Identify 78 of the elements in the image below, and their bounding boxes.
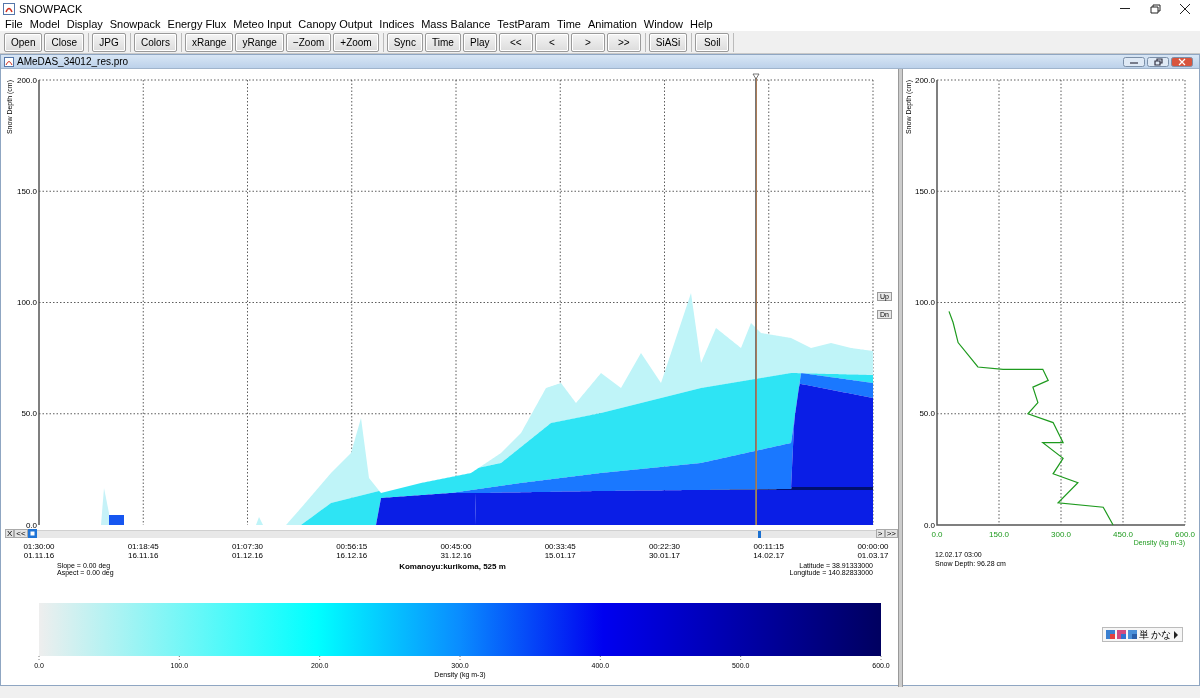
y-tick-label: 0.0 xyxy=(923,520,935,530)
y-tick-label: 100.0 xyxy=(16,298,37,307)
y-tick-label: 50.0 xyxy=(919,409,935,419)
x-tick-date: 15.01.17 xyxy=(544,551,576,560)
menu-item[interactable]: Model xyxy=(27,18,65,30)
menu-item[interactable]: Window xyxy=(641,18,688,30)
toolbar-button[interactable]: << xyxy=(498,32,533,52)
toolbar-button[interactable]: Soil xyxy=(695,32,730,52)
x-tick-label: 300.0 xyxy=(1051,530,1071,539)
toolbar-button[interactable]: > xyxy=(570,32,605,52)
x-tick-time: 01:30:00 xyxy=(23,542,55,551)
menu-item[interactable]: Time xyxy=(554,18,586,30)
x-tick-date: 16.12.16 xyxy=(336,551,368,560)
toolbar-button[interactable]: >> xyxy=(606,32,641,52)
menu-item[interactable]: Display xyxy=(64,18,108,30)
x-tick-date: 01.12.16 xyxy=(231,551,264,560)
y-tick-label: 100.0 xyxy=(914,298,935,307)
document-icon xyxy=(4,56,14,67)
x-tick-time: 00:45:00 xyxy=(440,542,472,551)
x-tick-label: 150.0 xyxy=(989,530,1009,539)
toolbar-button[interactable]: Close xyxy=(44,32,85,52)
x-tick-date: 01.03.17 xyxy=(857,551,889,560)
toolbar-button[interactable]: −Zoom xyxy=(285,32,332,52)
x-tick-label: 0.0 xyxy=(931,530,943,539)
x-tick-time: 00:56:15 xyxy=(336,542,368,551)
menu-item[interactable]: Canopy Output xyxy=(296,18,378,30)
x-tick-time: 01:07:30 xyxy=(231,542,264,551)
scroll-button[interactable]: > xyxy=(875,529,885,538)
x-tick-time: 00:22:30 xyxy=(648,542,681,551)
x-tick-date: 31.12.16 xyxy=(440,551,472,560)
menu-item[interactable]: Animation xyxy=(585,18,642,30)
arrow-icon[interactable] xyxy=(1173,630,1179,639)
x-tick-time: 00:00:00 xyxy=(857,542,889,551)
station-name: Komanoyu:kurikoma, 525 m xyxy=(398,562,507,571)
toolbar-button[interactable]: Time xyxy=(424,32,461,52)
restore-icon[interactable] xyxy=(1147,56,1169,67)
x-tick-date: 30.01.17 xyxy=(648,551,681,560)
x-tick-time: 01:18:45 xyxy=(127,542,159,551)
toolbar-button[interactable]: Open xyxy=(4,32,43,52)
menu-item[interactable]: TestParam xyxy=(495,18,555,30)
x-tick-label: 450.0 xyxy=(1113,530,1133,539)
toolbar-button[interactable]: Sync xyxy=(386,32,423,52)
toolbar-button[interactable]: yRange xyxy=(235,32,284,52)
menu-item[interactable]: Mass Balance xyxy=(419,18,496,30)
toolbar-button[interactable]: JPG xyxy=(92,32,127,52)
menu-item[interactable]: Snowpack xyxy=(107,18,166,30)
toolbar-button[interactable]: Colors xyxy=(134,32,177,52)
menu-item[interactable]: Meteo Input xyxy=(231,18,297,30)
scroll-button[interactable]: << xyxy=(14,529,28,538)
x-tick-time: 00:11:15 xyxy=(753,542,784,551)
scroll-thumb[interactable] xyxy=(757,530,761,538)
y-tick-label: 50.0 xyxy=(21,409,37,419)
y-tick-label: 200.0 xyxy=(914,75,935,85)
menu-item[interactable]: Indices xyxy=(377,18,420,30)
y-tick-label: 150.0 xyxy=(16,186,37,196)
x-tick-label: 600.0 xyxy=(1175,530,1195,539)
y-tick-label: 0.0 xyxy=(25,520,37,529)
x-tick-time: 00:33:45 xyxy=(544,542,576,551)
x-tick-date: 16.11.16 xyxy=(128,551,159,560)
toolbar-button[interactable]: SiASi xyxy=(648,32,688,52)
toolbar-button[interactable]: xRange xyxy=(184,32,234,52)
ime-mode[interactable]: 単 xyxy=(1139,627,1149,642)
window-title: SNOWPACK xyxy=(19,2,83,15)
menu-item[interactable]: File xyxy=(3,18,28,30)
y-tick-label: 150.0 xyxy=(914,186,935,196)
x-tick-date: 01.11.16 xyxy=(23,551,55,560)
marker-icon[interactable] xyxy=(27,529,37,538)
toolbar-button[interactable]: < xyxy=(534,32,569,52)
document-title: AMeDAS_34012_res.pro xyxy=(17,56,129,67)
minimize-icon[interactable] xyxy=(1123,56,1145,67)
menu-item[interactable]: Help xyxy=(687,18,718,30)
y-tick-label: 200.0 xyxy=(16,75,37,85)
ime-mode[interactable]: かな xyxy=(1151,627,1171,642)
x-tick-date: 14.02.17 xyxy=(753,551,785,560)
menu-item[interactable]: Energy Flux xyxy=(165,18,232,30)
toolbar-button[interactable]: Play xyxy=(462,32,497,52)
density-layer xyxy=(256,517,263,525)
toolbar-button[interactable]: +Zoom xyxy=(333,32,379,52)
